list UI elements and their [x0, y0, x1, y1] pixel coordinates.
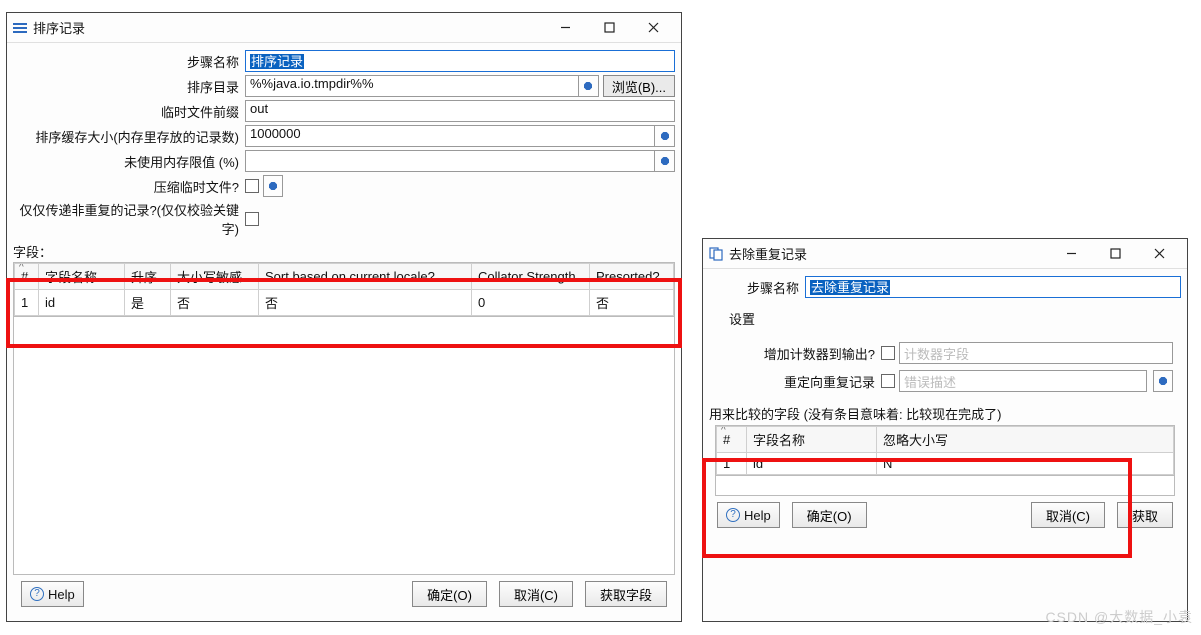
minimize-button[interactable] — [543, 14, 587, 42]
ok-button[interactable]: 确定(O) — [412, 581, 487, 607]
titlebar: 去除重复记录 — [703, 239, 1187, 269]
help-button[interactable]: ?Help — [717, 502, 780, 528]
get-fields-button[interactable]: 获取 — [1117, 502, 1173, 528]
close-button[interactable] — [631, 14, 675, 42]
step-name-input[interactable]: 排序记录 — [245, 50, 675, 72]
table-empty-area — [13, 317, 675, 575]
minimize-button[interactable] — [1049, 240, 1093, 268]
variable-picker-icon[interactable] — [655, 125, 675, 147]
step-name-input[interactable]: 去除重复记录 — [805, 276, 1181, 298]
settings-legend: 设置 — [717, 305, 1173, 336]
cancel-button[interactable]: 取消(C) — [499, 581, 573, 607]
cancel-button[interactable]: 取消(C) — [1031, 502, 1105, 528]
buffer-size-label: 排序缓存大小(内存里存放的记录数) — [13, 127, 245, 146]
app-icon — [709, 247, 723, 261]
buffer-size-input[interactable]: 1000000 — [245, 125, 655, 147]
sort-dir-label: 排序目录 — [13, 77, 245, 96]
sort-dir-input[interactable]: %%java.io.tmpdir%% — [245, 75, 579, 97]
variable-picker-icon[interactable] — [263, 175, 283, 197]
get-fields-button[interactable]: 获取字段 — [585, 581, 667, 607]
compare-fields-label: 用来比较的字段 (没有条目意味着: 比较现在完成了) — [709, 402, 1181, 425]
compress-label: 压缩临时文件? — [13, 177, 245, 196]
unique-label: 仅仅传递非重复的记录?(仅仅校验关键字) — [13, 200, 245, 238]
variable-picker-icon[interactable] — [579, 75, 599, 97]
window-body: 步骤名称 去除重复记录 设置 增加计数器到输出? 计数器字段 重定向重复记录 错… — [703, 269, 1187, 538]
fields-table[interactable]: ^# 字段名称 升序 大小写敏感 Sort based on current l… — [13, 262, 675, 317]
window-title: 去除重复记录 — [729, 244, 1049, 263]
tmp-prefix-input[interactable]: out — [245, 100, 675, 122]
counter-label: 增加计数器到输出? — [717, 344, 881, 363]
table-empty-area — [715, 476, 1175, 496]
table-row[interactable]: 1 id N — [717, 453, 1174, 475]
sort-records-window: 排序记录 步骤名称 排序记录 排序目录 %%java.io.tmpdir%% 浏… — [6, 12, 682, 622]
compare-fields-table[interactable]: ^# 字段名称 忽略大小写 1 id N — [715, 425, 1175, 476]
browse-button[interactable]: 浏览(B)... — [603, 75, 675, 97]
maximize-button[interactable] — [587, 14, 631, 42]
variable-picker-icon[interactable] — [655, 150, 675, 172]
unique-checkbox[interactable] — [245, 212, 259, 226]
variable-picker-icon[interactable] — [1153, 370, 1173, 392]
step-name-label: 步骤名称 — [709, 278, 805, 297]
button-bar: ?Help 确定(O) 取消(C) 获取字段 — [13, 575, 675, 613]
step-name-label: 步骤名称 — [13, 52, 245, 71]
counter-checkbox[interactable] — [881, 346, 895, 360]
redirect-checkbox[interactable] — [881, 374, 895, 388]
compress-checkbox[interactable] — [245, 179, 259, 193]
maximize-button[interactable] — [1093, 240, 1137, 268]
remove-duplicates-window: 去除重复记录 步骤名称 去除重复记录 设置 增加计数器到输出? 计数器字段 重定… — [702, 238, 1188, 622]
redirect-desc-input[interactable]: 错误描述 — [899, 370, 1147, 392]
help-button[interactable]: ?Help — [21, 581, 84, 607]
counter-field-input[interactable]: 计数器字段 — [899, 342, 1173, 364]
window-body: 步骤名称 排序记录 排序目录 %%java.io.tmpdir%% 浏览(B).… — [7, 43, 681, 617]
redirect-label: 重定向重复记录 — [717, 372, 881, 391]
button-bar: ?Help 确定(O) 取消(C) 获取 — [709, 496, 1181, 534]
free-mem-input[interactable] — [245, 150, 655, 172]
window-title: 排序记录 — [33, 18, 543, 37]
ok-button[interactable]: 确定(O) — [792, 502, 867, 528]
titlebar: 排序记录 — [7, 13, 681, 43]
close-button[interactable] — [1137, 240, 1181, 268]
table-row[interactable]: 1 id 是 否 否 0 否 — [15, 290, 674, 316]
tmp-prefix-label: 临时文件前缀 — [13, 102, 245, 121]
free-mem-label: 未使用内存限值 (%) — [13, 152, 245, 171]
app-icon — [13, 21, 27, 35]
fields-section-label: 字段： — [13, 241, 675, 262]
